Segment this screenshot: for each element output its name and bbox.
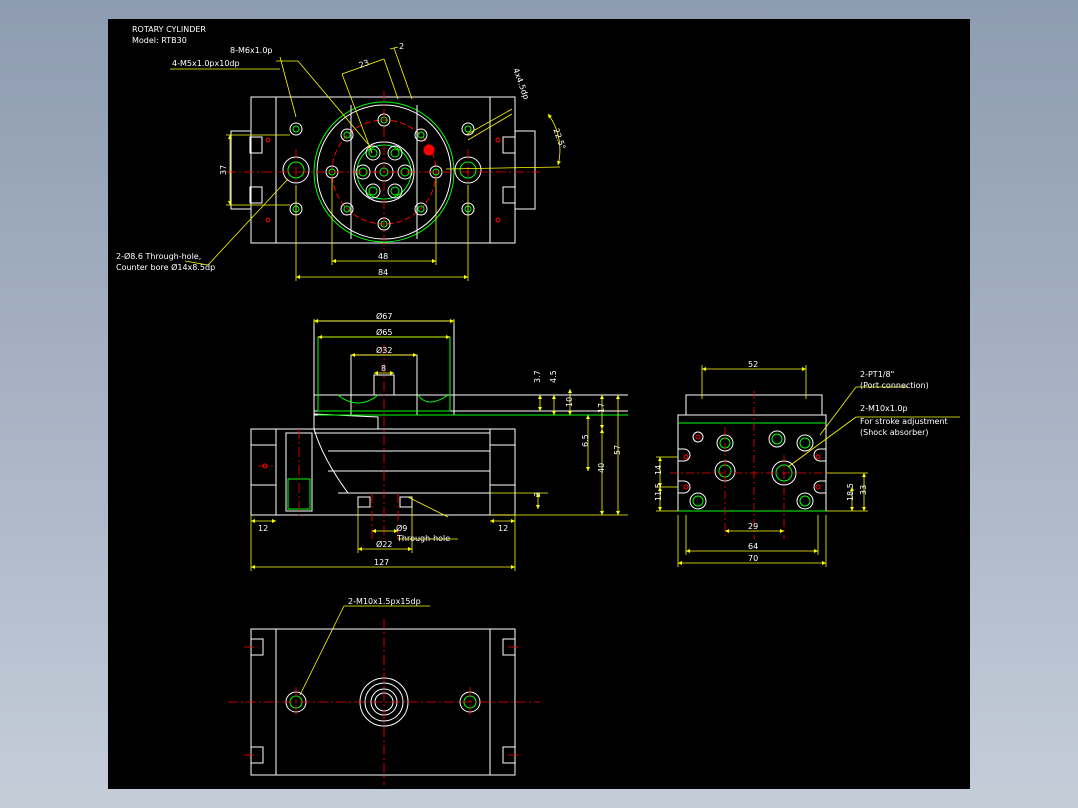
dim-29: 29 — [748, 522, 758, 531]
dim-2: 2 — [399, 42, 404, 51]
note-port-2: (Port connection) — [860, 381, 929, 390]
dim-64: 64 — [748, 542, 758, 551]
note-stroke-1: 2-M10x1.0p — [860, 404, 908, 413]
note-stroke-2: For stroke adjustment — [860, 417, 948, 426]
note-8-m6: 8-M6x1.0p — [230, 46, 273, 55]
dim-127: 127 — [374, 558, 389, 567]
dim-d65: Ø65 — [376, 327, 392, 337]
dim-3-7: 3.7 — [533, 370, 542, 383]
cad-viewport[interactable]: ROTARY CYLINDER Model: RTB30 8-M6x1.0p 4… — [108, 19, 970, 789]
note-through-hole-2: Counter bore Ø14x8.5dp — [116, 262, 215, 272]
top-view: 8-M6x1.0p 4-M5x1.0px10dp 2-Ø8.6 Through-… — [116, 42, 567, 281]
dim-d32: Ø32 — [376, 345, 392, 355]
dim-37: 37 — [219, 165, 228, 175]
dim-57: 57 — [613, 445, 622, 455]
front-view: Ø67 Ø65 Ø32 8 3.7 4.5 10 17 6.5 40 57 3 … — [250, 311, 628, 571]
dim-d67: Ø67 — [376, 311, 392, 321]
dim-52: 52 — [748, 360, 758, 369]
dim-12-right: 12 — [498, 524, 508, 533]
cad-drawing: ROTARY CYLINDER Model: RTB30 8-M6x1.0p 4… — [116, 25, 960, 785]
dim-d22: Ø22 — [376, 539, 392, 549]
dim-17: 17 — [597, 403, 606, 413]
dim-18-5: 18.5 — [846, 483, 855, 501]
dim-10: 10 — [565, 397, 574, 407]
title-line-2: Model: RTB30 — [132, 36, 187, 45]
note-stroke-3: (Shock absorber) — [860, 428, 928, 437]
dim-12-left: 12 — [258, 524, 268, 533]
dim-6-5: 6.5 — [581, 434, 590, 447]
note-2-m10: 2-M10x1.5px15dp — [348, 597, 421, 606]
dim-23: 23 — [358, 58, 371, 70]
dim-33: 33 — [859, 485, 868, 495]
note-through-hole-1: 2-Ø8.6 Through-hole, — [116, 251, 201, 261]
note-chamfer: 4x4.5dp — [511, 67, 531, 101]
dim-d9: Ø9 — [396, 523, 407, 533]
dim-3: 3 — [533, 492, 542, 497]
title-block: ROTARY CYLINDER Model: RTB30 — [132, 25, 206, 45]
top-view-left-boss — [230, 130, 252, 210]
note-port-1: 2-PT1/8" — [860, 370, 894, 379]
top-view-right-boss — [514, 130, 536, 210]
dim-22-5: 22.5° — [551, 127, 567, 151]
note-through-hole: Through-hole — [396, 534, 450, 543]
dim-48: 48 — [378, 252, 388, 261]
dim-8: 8 — [381, 364, 386, 373]
bottom-view: 2-M10x1.5px15dp — [228, 597, 540, 785]
dim-14: 14 — [654, 465, 663, 475]
dim-11-5: 11.5 — [654, 483, 663, 501]
note-4-m5: 4-M5x1.0px10dp — [172, 59, 240, 68]
dim-84: 84 — [378, 268, 388, 277]
dim-40: 40 — [597, 463, 606, 473]
dim-70: 70 — [748, 554, 758, 563]
dim-4-5: 4.5 — [549, 370, 558, 383]
side-view: 52 14 11.5 18.5 33 29 64 70 2-PT1/8" (Po… — [654, 360, 960, 567]
front-view-base — [250, 428, 516, 516]
title-line-1: ROTARY CYLINDER — [132, 25, 206, 34]
